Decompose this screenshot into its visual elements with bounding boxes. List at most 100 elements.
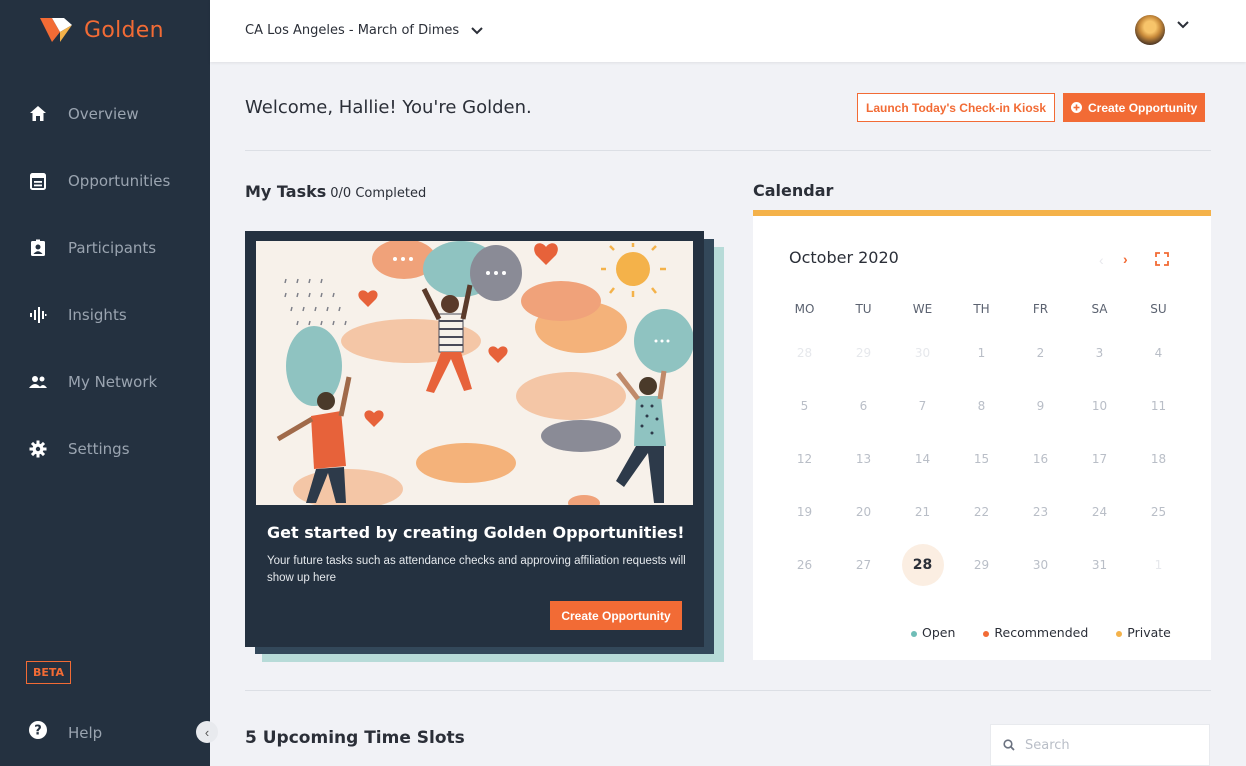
org-name: CA Los Angeles - March of Dimes	[245, 23, 460, 38]
calendar-day[interactable]: 10	[1070, 399, 1129, 413]
calendar-day[interactable]: 30	[893, 346, 952, 360]
calendar-day[interactable]: 23	[1011, 505, 1070, 519]
next-month-button[interactable]: ›	[1123, 251, 1128, 267]
search-input[interactable]	[1025, 737, 1195, 753]
calendar-legend: Open Recommended Private	[911, 625, 1171, 640]
card-create-opportunity-button[interactable]: Create Opportunity	[550, 601, 682, 630]
legend-item-recommended: Recommended	[983, 625, 1088, 640]
svg-text:?: ?	[34, 724, 42, 739]
sidebar-item-participants[interactable]: Participants	[0, 214, 210, 281]
logo[interactable]: Golden	[38, 16, 164, 44]
chevron-left-icon: ‹	[1099, 252, 1104, 268]
weekday-label: TU	[855, 302, 872, 316]
calendar-day[interactable]: 27	[834, 558, 893, 572]
chevron-down-icon	[471, 26, 483, 34]
chevron-right-icon: ›	[1123, 251, 1128, 267]
celebration-illustration	[256, 241, 693, 505]
sidebar-item-label: Settings	[68, 439, 130, 458]
help-label: Help	[68, 723, 103, 742]
calendar-day[interactable]: 29	[952, 558, 1011, 572]
search-icon	[1003, 739, 1015, 751]
calendar-grid: MO TU WE TH FR SA SU 28 29 30 1 2 3 4 5 …	[775, 302, 1189, 591]
calendar-day[interactable]: 9	[1011, 399, 1070, 413]
calendar-title: Calendar	[753, 181, 834, 200]
sidebar-item-label: Insights	[68, 305, 127, 324]
sidebar-item-label: Participants	[68, 238, 157, 257]
org-selector[interactable]: CA Los Angeles - March of Dimes	[245, 23, 483, 38]
legend-dot	[1116, 630, 1123, 637]
sidebar-item-label: My Network	[68, 372, 158, 391]
weekday-label: SU	[1150, 302, 1167, 316]
calendar-day[interactable]: 12	[775, 452, 834, 466]
legend-label: Private	[1127, 625, 1171, 640]
avatar[interactable]	[1135, 15, 1165, 45]
sidebar-item-opportunities[interactable]: Opportunities	[0, 147, 210, 214]
calendar-day[interactable]: 21	[893, 505, 952, 519]
calendar-day[interactable]: 2	[1011, 346, 1070, 360]
sidebar-item-label: Overview	[68, 104, 139, 123]
search-box	[990, 724, 1210, 766]
calendar-day[interactable]: 6	[834, 399, 893, 413]
chevron-left-icon: ‹	[204, 724, 210, 740]
calendar-day[interactable]: 8	[952, 399, 1011, 413]
calendar-day[interactable]: 11	[1129, 399, 1188, 413]
calendar-day[interactable]: 25	[1129, 505, 1188, 519]
calendar-day[interactable]: 1	[1129, 558, 1188, 572]
sidebar-item-label: Opportunities	[68, 171, 171, 190]
create-opportunity-button[interactable]: Create Opportunity	[1063, 93, 1206, 122]
weekday-label: FR	[1032, 302, 1049, 316]
create-opportunity-label: Create Opportunity	[1088, 100, 1198, 115]
sidebar-item-insights[interactable]: Insights	[0, 281, 210, 348]
divider	[245, 690, 1211, 691]
legend-dot	[983, 630, 990, 637]
calendar-day[interactable]: 19	[775, 505, 834, 519]
calendar-day[interactable]: 22	[952, 505, 1011, 519]
legend-item-private: Private	[1116, 625, 1171, 640]
calendar-day[interactable]: 14	[893, 452, 952, 466]
calendar-day[interactable]: 5	[775, 399, 834, 413]
topbar: CA Los Angeles - March of Dimes	[210, 0, 1246, 62]
calendar-day[interactable]: 1	[952, 346, 1011, 360]
calendar-day[interactable]: 15	[952, 452, 1011, 466]
calendar-day[interactable]: 17	[1070, 452, 1129, 466]
help-link[interactable]: ? Help	[28, 720, 102, 745]
calendar-day[interactable]: 16	[1011, 452, 1070, 466]
weekday-label: TH	[973, 302, 990, 316]
sidebar-item-overview[interactable]: Overview	[0, 80, 210, 147]
sidebar: Golden Overview Opportunities Participan…	[0, 0, 218, 766]
beta-badge: BETA	[26, 661, 72, 684]
calendar-day[interactable]: 31	[1070, 558, 1129, 572]
expand-icon[interactable]	[1155, 252, 1169, 266]
sidebar-item-my-network[interactable]: My Network	[0, 348, 210, 415]
launch-kiosk-button[interactable]: Launch Today's Check-in Kiosk	[857, 93, 1055, 122]
calendar-day[interactable]: 20	[834, 505, 893, 519]
plus-circle-icon	[1071, 102, 1082, 113]
calendar-day[interactable]: 30	[1011, 558, 1070, 572]
today-highlight: 28	[901, 543, 944, 586]
calendar-day[interactable]: 3	[1070, 346, 1129, 360]
calendar-week: 26 27 28 29 30 31 1	[775, 538, 1189, 591]
calendar-day[interactable]: 26	[775, 558, 834, 572]
page-title: Welcome, Hallie! You're Golden.	[245, 97, 532, 118]
calendar-day[interactable]: 4	[1129, 346, 1188, 360]
calendar-week: 5 6 7 8 9 10 11	[775, 379, 1189, 432]
legend-label: Recommended	[994, 625, 1089, 640]
calendar-week: 19 20 21 22 23 24 25	[775, 485, 1189, 538]
gear-icon	[28, 439, 48, 459]
calendar-day[interactable]: 18	[1129, 452, 1188, 466]
legend-dot	[911, 630, 917, 637]
calendar-day-today[interactable]: 28	[893, 543, 952, 586]
collapse-sidebar-button[interactable]: ‹	[196, 721, 218, 743]
my-tasks-heading: My Tasks 0/0 Completed	[245, 182, 426, 201]
card-description: Your future tasks such as attendance che…	[267, 555, 686, 584]
calendar-day[interactable]: 29	[834, 346, 893, 360]
chevron-down-icon[interactable]	[1177, 21, 1189, 29]
calendar-day[interactable]: 24	[1070, 505, 1129, 519]
calendar-note-icon	[28, 171, 48, 191]
sidebar-item-settings[interactable]: Settings	[0, 415, 210, 482]
calendar-day[interactable]: 28	[775, 346, 834, 360]
calendar-day[interactable]: 7	[893, 399, 952, 413]
upcoming-time-slots-title: 5 Upcoming Time Slots	[245, 728, 465, 748]
prev-month-button[interactable]: ‹	[1099, 252, 1104, 268]
calendar-day[interactable]: 13	[834, 452, 893, 466]
